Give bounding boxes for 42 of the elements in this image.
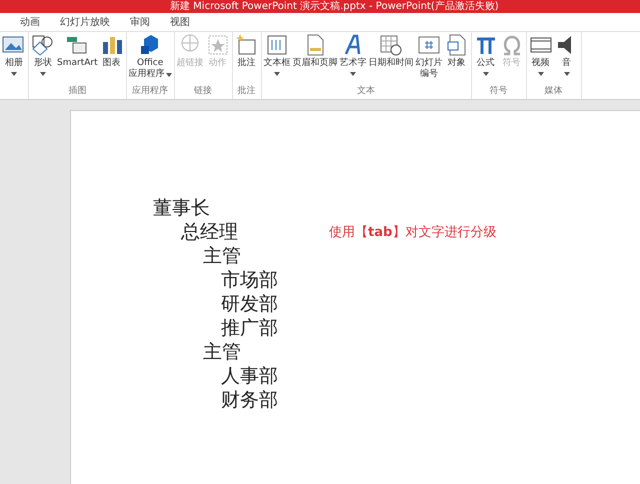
group-label: 插图 — [68, 86, 86, 97]
group-label: 符号 — [490, 86, 508, 97]
shapes-icon — [31, 34, 55, 56]
ribbon-button[interactable]: 日期和时间 — [368, 32, 415, 86]
outline-text: 董事长 — [153, 196, 210, 220]
outline-text: 人事部 — [221, 364, 278, 388]
group-label: 媒体 — [544, 86, 563, 97]
outline-text: 市场部 — [221, 268, 278, 292]
outline-text: 财务部 — [221, 388, 278, 412]
ribbon-button[interactable]: 页眉和页脚 — [292, 32, 339, 86]
calendar-clock-icon — [379, 34, 404, 56]
ribbon-button[interactable]: 对象 — [444, 32, 470, 86]
outline-text: 主管 — [203, 340, 241, 364]
hint-text: 使用【tab】对文字进行分级 — [329, 224, 496, 241]
ribbon-button[interactable]: 相册 — [1, 32, 27, 99]
ribbon-tab[interactable]: 动画 — [12, 15, 48, 29]
group-label: 文本 — [357, 86, 376, 97]
outline-text: 研发部 — [221, 292, 278, 316]
ribbon-button[interactable]: 文本框 — [262, 32, 292, 86]
group-label: 链接 — [194, 86, 212, 97]
outline-text: 推广部 — [221, 316, 278, 340]
ribbon-tab[interactable]: 视图 — [162, 15, 198, 29]
ribbon-button[interactable]: 音 — [554, 32, 580, 86]
ribbon-button[interactable]: SmartArt — [56, 32, 99, 86]
ribbon-button[interactable]: 幻灯片 编号 — [414, 32, 444, 86]
outline-text: 总经理 — [181, 220, 238, 244]
outline-text: 主管 — [203, 244, 241, 268]
ribbon-button[interactable]: Office 应用程序 — [128, 32, 173, 86]
ribbon-button[interactable]: 图表 — [98, 32, 125, 86]
diagram-icon — [65, 34, 90, 56]
hash-icon — [417, 34, 442, 56]
ribbon-tab[interactable]: 审阅 — [122, 15, 158, 29]
group-label: 应用程序 — [132, 86, 168, 97]
ribbon-button[interactable]: 形状 — [30, 32, 56, 86]
ribbon-button[interactable]: 批注 — [234, 32, 260, 86]
ribbon-button[interactable]: 艺术字 — [338, 32, 368, 86]
ribbon-button[interactable]: 公式 — [472, 32, 499, 86]
text-box-icon — [265, 34, 290, 56]
group-label: 批注 — [238, 86, 256, 97]
window-title: 新建 Microsoft PowerPoint 演示文稿.pptx - PowerPoint(产品激活失败) — [170, 0, 499, 13]
ribbon-tab[interactable]: 幻灯片放映 — [52, 15, 118, 29]
ribbon-button[interactable]: 视频 — [528, 32, 554, 86]
